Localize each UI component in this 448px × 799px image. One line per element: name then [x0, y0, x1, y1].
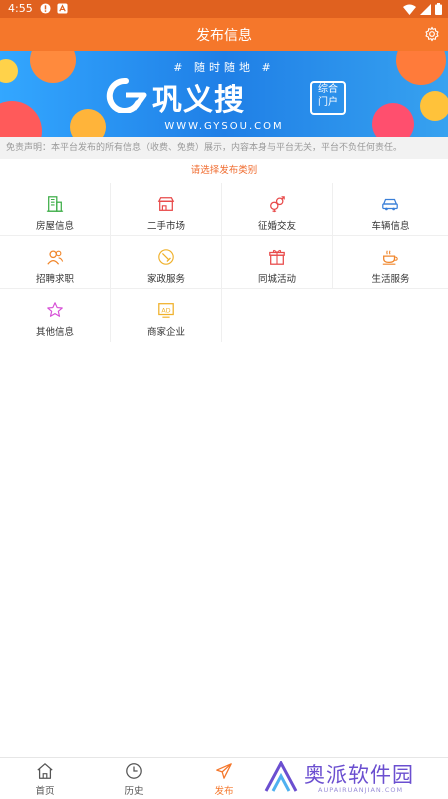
banner-decoration — [420, 91, 448, 121]
gift-icon — [269, 249, 285, 265]
category-label: 商家企业 — [146, 327, 185, 338]
battery-icon — [435, 3, 442, 15]
ad-icon: AD — [158, 303, 174, 318]
category-label: 生活服务 — [371, 274, 410, 285]
category-item-housekeeping[interactable]: 家政服务 — [111, 236, 222, 289]
category-grid: 房屋信息 二手市场 征婚交友 车辆信息 招聘求职 家政服务 同城活动 生活服务 … — [0, 183, 448, 345]
brand-badge-line1: 综合 — [318, 84, 338, 95]
category-label: 同城活动 — [257, 274, 296, 285]
nav-label: 首页 — [35, 786, 55, 797]
category-label: 征婚交友 — [257, 221, 296, 232]
category-item-other[interactable]: 其他信息 — [0, 289, 111, 342]
status-right-icons — [403, 3, 442, 15]
cup-icon — [382, 250, 398, 265]
category-label: 车辆信息 — [371, 221, 410, 232]
gear-icon[interactable] — [424, 26, 440, 42]
home-icon — [37, 763, 53, 779]
watermark: 奥派软件园 AUPAIRUANJIAN.COM — [262, 757, 448, 798]
banner-url: WWW.GYSOU.COM — [164, 121, 284, 132]
status-time: 4:55 — [8, 2, 33, 15]
category-item-jobs[interactable]: 招聘求职 — [0, 236, 111, 289]
page-title: 发布信息 — [196, 28, 252, 44]
watermark-subtext: AUPAIRUANJIAN.COM — [318, 786, 404, 794]
signal-icon — [420, 3, 431, 15]
brand-name: 巩义搜 — [152, 83, 245, 118]
people-icon — [47, 250, 64, 265]
promo-banner[interactable]: # 随时随地 # 巩义搜 综合 门户 WWW.GYSOU.COM — [0, 51, 448, 137]
category-item-housing[interactable]: 房屋信息 — [0, 183, 111, 236]
status-icons — [40, 3, 68, 14]
nav-item-publish[interactable]: 发布 — [179, 758, 269, 799]
category-item-life-services[interactable]: 生活服务 — [333, 236, 448, 289]
building-icon — [46, 196, 64, 212]
alert-icon — [40, 3, 51, 14]
category-label: 房屋信息 — [35, 221, 74, 232]
category-label: 家政服务 — [146, 274, 185, 285]
gender-icon — [270, 196, 285, 213]
logo-mark-icon — [106, 77, 147, 113]
app-notification-icon — [57, 3, 68, 14]
shop-icon — [157, 197, 175, 211]
category-label: 招聘求职 — [35, 274, 74, 285]
watermark-logo-icon — [264, 761, 298, 792]
category-label: 二手市场 — [146, 221, 185, 232]
category-prompt: 请选择发布类别 — [190, 165, 258, 176]
svg-text:AD: AD — [161, 307, 170, 314]
wifi-icon — [403, 4, 416, 15]
watermark-text: 奥派软件园 — [304, 763, 414, 787]
disclaimer-text: 免责声明：本平台发布的所有信息（收费、免费）展示，内容本身与平台无关，平台不负任… — [0, 137, 448, 159]
category-item-events[interactable]: 同城活动 — [222, 236, 333, 289]
category-item-secondhand[interactable]: 二手市场 — [111, 183, 222, 236]
category-label: 其他信息 — [35, 327, 74, 338]
status-bar: 4:55 — [0, 0, 448, 18]
app-bar: 发布信息 — [0, 18, 448, 51]
nav-label: 发布 — [214, 786, 234, 797]
broom-icon — [158, 249, 174, 265]
brand-badge: 综合 门户 — [310, 81, 346, 115]
brand-badge-line2: 门户 — [318, 97, 338, 108]
category-item-dating[interactable]: 征婚交友 — [222, 183, 333, 236]
send-icon — [216, 763, 232, 779]
nav-item-history[interactable]: 历史 — [89, 758, 179, 799]
nav-label: 历史 — [124, 786, 144, 797]
clock-icon — [126, 763, 142, 779]
car-icon — [382, 198, 398, 211]
brand-logo: 巩义搜 综合 门户 — [104, 77, 346, 118]
nav-item-home[interactable]: 首页 — [0, 758, 90, 799]
banner-tagline: # 随时随地 # — [173, 61, 275, 74]
category-item-vehicles[interactable]: 车辆信息 — [333, 183, 448, 236]
star-icon — [47, 302, 63, 317]
category-item-business[interactable]: AD 商家企业 — [111, 289, 222, 342]
